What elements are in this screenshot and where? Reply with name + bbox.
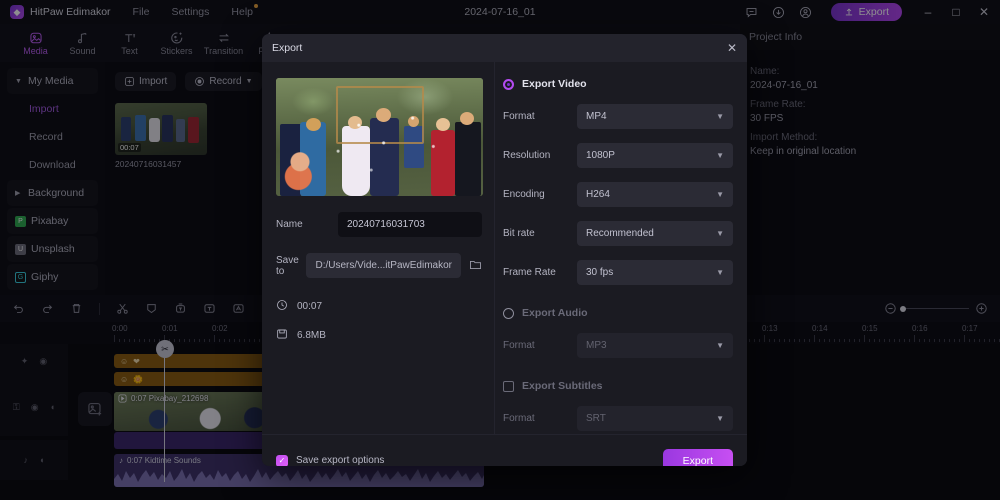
- export-video-title: Export Video: [522, 78, 587, 90]
- video-encoding-value: H264: [586, 189, 610, 200]
- save-icon: [276, 328, 288, 343]
- export-audio-title: Export Audio: [522, 307, 588, 319]
- video-framerate-select[interactable]: 30 fps ▼: [577, 260, 733, 285]
- export-dialog-footer: ✓ Save export options Export: [262, 434, 747, 466]
- export-preview-thumbnail: [276, 78, 483, 196]
- export-subtitles-section[interactable]: Export Subtitles: [503, 380, 733, 392]
- export-video-section[interactable]: Export Video: [503, 78, 733, 90]
- video-format-value: MP4: [586, 111, 607, 122]
- export-name-row: Name 20240716031703: [276, 212, 482, 237]
- export-name-label: Name: [276, 219, 303, 230]
- audio-format-select[interactable]: MP3 ▼: [577, 333, 733, 358]
- clock-icon: [276, 299, 288, 314]
- export-dialog-right: Export Video Format MP4 ▼ Resolution 108…: [494, 62, 747, 434]
- chevron-down-icon: ▼: [716, 341, 724, 350]
- video-resolution-label: Resolution: [503, 150, 551, 161]
- video-format-row: Format MP4 ▼: [503, 104, 733, 129]
- export-dialog-left: Name 20240716031703 Save to D:/Users/Vid…: [262, 62, 494, 434]
- export-confirm-button[interactable]: Export: [662, 448, 733, 466]
- chevron-down-icon: ▼: [716, 229, 724, 238]
- video-format-select[interactable]: MP4 ▼: [577, 104, 733, 129]
- video-bitrate-row: Bit rate Recommended ▼: [503, 221, 733, 246]
- export-dialog-body: Name 20240716031703 Save to D:/Users/Vid…: [262, 62, 747, 434]
- export-audio-section[interactable]: Export Audio: [503, 307, 733, 319]
- save-export-options-checkbox[interactable]: ✓: [276, 454, 288, 466]
- video-framerate-row: Frame Rate 30 fps ▼: [503, 260, 733, 285]
- audio-format-label: Format: [503, 340, 535, 351]
- audio-format-row: Format MP3 ▼: [503, 333, 733, 358]
- chevron-down-icon: ▼: [716, 151, 724, 160]
- subtitles-format-label: Format: [503, 413, 535, 424]
- video-bitrate-value: Recommended: [586, 228, 654, 239]
- export-name-input[interactable]: 20240716031703: [338, 212, 482, 237]
- subtitles-format-value: SRT: [586, 413, 606, 424]
- chevron-down-icon: ▼: [716, 190, 724, 199]
- export-size-row: 6.8MB: [276, 328, 482, 343]
- video-encoding-label: Encoding: [503, 189, 545, 200]
- video-encoding-row: Encoding H264 ▼: [503, 182, 733, 207]
- save-export-options-label: Save export options: [296, 455, 385, 466]
- export-dialog-header: Export ✕: [262, 34, 747, 62]
- export-video-radio[interactable]: [503, 78, 514, 90]
- export-saveto-label: Save to: [276, 254, 299, 277]
- subtitles-format-select[interactable]: SRT ▼: [577, 406, 733, 431]
- subtitles-format-row: Format SRT ▼: [503, 406, 733, 431]
- export-saveto-input[interactable]: D:/Users/Vide...itPawEdimakor: [306, 253, 461, 278]
- chevron-down-icon: ▼: [716, 268, 724, 277]
- edimakor-window: ◆ HitPaw Edimakor File Settings Help 202…: [0, 0, 1000, 500]
- export-duration-row: 00:07: [276, 299, 482, 314]
- export-duration-value: 00:07: [297, 301, 323, 312]
- export-subtitles-checkbox[interactable]: [503, 380, 514, 392]
- video-framerate-label: Frame Rate: [503, 267, 556, 278]
- close-icon[interactable]: ✕: [727, 41, 737, 55]
- video-encoding-select[interactable]: H264 ▼: [577, 182, 733, 207]
- chevron-down-icon: ▼: [716, 112, 724, 121]
- export-dialog-title: Export: [272, 42, 303, 54]
- video-framerate-value: 30 fps: [586, 267, 614, 278]
- video-resolution-select[interactable]: 1080P ▼: [577, 143, 733, 168]
- export-saveto-row: Save to D:/Users/Vide...itPawEdimakor: [276, 253, 482, 278]
- chevron-down-icon: ▼: [716, 414, 724, 423]
- video-resolution-row: Resolution 1080P ▼: [503, 143, 733, 168]
- export-subtitles-title: Export Subtitles: [522, 380, 603, 392]
- video-bitrate-label: Bit rate: [503, 228, 535, 239]
- video-resolution-value: 1080P: [586, 150, 615, 161]
- video-bitrate-select[interactable]: Recommended ▼: [577, 221, 733, 246]
- folder-icon[interactable]: [469, 258, 482, 274]
- export-dialog: Export ✕ Name 20240716031703 Save to D:/…: [262, 34, 747, 466]
- export-size-value: 6.8MB: [297, 330, 326, 341]
- sticker-overlay-icon: [279, 148, 321, 194]
- video-format-label: Format: [503, 111, 535, 122]
- audio-format-value: MP3: [586, 340, 607, 351]
- export-audio-radio[interactable]: [503, 307, 514, 319]
